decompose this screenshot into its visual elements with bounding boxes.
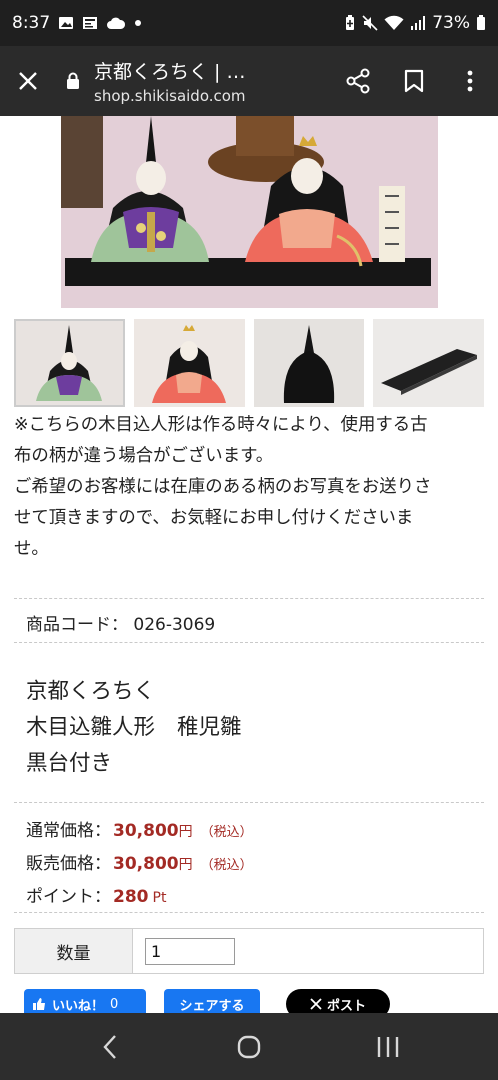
tax-included-label: （税込） (200, 858, 253, 873)
like-label: いいね！ (52, 998, 105, 1014)
page-url: shop.shikisaido.com (94, 87, 246, 105)
page-content[interactable]: ※こちらの木目込人形は作る時々により、使用する古 布の柄が違う場合がございます。… (0, 116, 498, 1013)
x-post-button[interactable]: ポスト (286, 989, 390, 1013)
like-count: 0 (110, 996, 119, 1012)
wifi-icon (384, 15, 404, 30)
battery-saver-icon (346, 15, 355, 30)
sale-price-row: 販売価格： 30,800 円 （税込） (26, 849, 253, 874)
lock-icon (67, 72, 79, 89)
post-label: ポスト (326, 998, 366, 1014)
product-title: 京都くろちく 木目込雛人形 稚児雛 黒台付き (26, 674, 242, 782)
close-icon (19, 72, 37, 90)
more-icon (467, 70, 473, 92)
home-icon (237, 1035, 261, 1058)
point-row: ポイント： 280 Pt (26, 882, 166, 907)
divider (14, 642, 484, 643)
tax-included-label: （税込） (200, 825, 253, 840)
page-title: 京都くろちく | … (94, 61, 246, 83)
cloud-icon (107, 17, 126, 29)
social-buttons: いいね！ 0 シェアする ポスト (24, 989, 494, 1013)
note-line: せ。 (14, 539, 49, 559)
gallery-icon (59, 17, 74, 29)
hina-dolls-illustration (61, 116, 438, 308)
yen-unit: 円 (178, 857, 193, 873)
bookmark-button[interactable] (386, 53, 442, 109)
mute-icon (362, 15, 378, 31)
facebook-share-button[interactable]: シェアする (164, 989, 260, 1013)
quantity-label: 数量 (15, 929, 133, 973)
site-info-button[interactable] (56, 53, 90, 109)
back-button[interactable] (80, 1022, 140, 1072)
close-button[interactable] (0, 53, 56, 109)
recents-button[interactable] (358, 1022, 418, 1072)
page-title-area[interactable]: 京都くろちく | … shop.shikisaido.com (90, 57, 330, 105)
status-time: 8:37 (12, 13, 51, 33)
facebook-like-button[interactable]: いいね！ 0 (24, 989, 146, 1013)
status-bar: 8:37 73% (0, 0, 498, 46)
note-line: ご希望のお客様には在庫のある柄のお写真をお送りさ (14, 477, 432, 497)
product-thumbnail-strip (14, 319, 484, 407)
point-unit: Pt (152, 890, 167, 906)
share-icon (346, 68, 370, 94)
title-part: 稚児雛 (177, 715, 242, 740)
thumbnail-black-stand[interactable] (373, 319, 484, 407)
thumbnail-empress-image (133, 319, 245, 407)
point-label: ポイント： (26, 887, 111, 907)
quantity-cell (133, 929, 483, 973)
thumbnail-emperor-image (14, 319, 125, 407)
title-line: 京都くろちく (26, 679, 156, 704)
dot-icon (135, 20, 142, 26)
product-main-image[interactable] (61, 116, 438, 308)
thumbnail-emperor-doll[interactable] (14, 319, 125, 407)
note-line: せて頂きますので、お気軽にお申し付けくださいま (14, 508, 414, 528)
back-icon (103, 1034, 116, 1059)
title-line: 黒台付き (26, 751, 113, 776)
news-icon (83, 17, 98, 29)
recents-icon (378, 1036, 399, 1057)
product-code-row: 商品コード： 026-3069 (26, 610, 215, 635)
product-code-value: 026-3069 (133, 615, 216, 635)
signal-icon (411, 16, 426, 30)
system-nav-bar (0, 1013, 498, 1080)
quantity-table: 数量 (14, 928, 484, 974)
product-note: ※こちらの木目込人形は作る時々により、使用する古 布の柄が違う場合がございます。… (14, 410, 490, 565)
note-line: 布の柄が違う場合がございます。 (14, 446, 274, 466)
divider (14, 802, 484, 803)
sale-price-label: 販売価格： (26, 854, 111, 874)
yen-unit: 円 (178, 824, 193, 840)
battery-level: 73% (432, 13, 470, 33)
quantity-input[interactable] (145, 937, 235, 965)
sale-price-value: 30,800 (113, 854, 179, 874)
divider (14, 598, 484, 599)
regular-price-value: 30,800 (113, 821, 179, 841)
thumbnail-stand-image (373, 319, 484, 407)
regular-price-label: 通常価格： (26, 821, 111, 841)
x-logo-icon (310, 998, 322, 1010)
divider (14, 912, 484, 913)
thumbnail-back-image (253, 319, 365, 407)
battery-icon (477, 15, 485, 30)
title-line: 木目込雛人形 稚児雛 (26, 710, 242, 746)
title-part: 木目込雛人形 (26, 715, 156, 740)
regular-price-row: 通常価格： 30,800 円 （税込） (26, 816, 253, 841)
thumbnail-empress-doll[interactable] (133, 319, 245, 407)
share-label: シェアする (179, 998, 245, 1014)
note-line: ※こちらの木目込人形は作る時々により、使用する古 (14, 415, 428, 435)
home-button[interactable] (219, 1022, 279, 1072)
more-options-button[interactable] (442, 53, 498, 109)
share-button[interactable] (330, 53, 386, 109)
thumbs-up-icon (33, 998, 45, 1010)
browser-app-bar: 京都くろちく | … shop.shikisaido.com (0, 46, 498, 116)
product-code-label: 商品コード： (26, 615, 128, 635)
thumbnail-doll-back[interactable] (253, 319, 365, 407)
point-value: 280 (113, 887, 149, 907)
bookmark-icon (404, 69, 424, 93)
